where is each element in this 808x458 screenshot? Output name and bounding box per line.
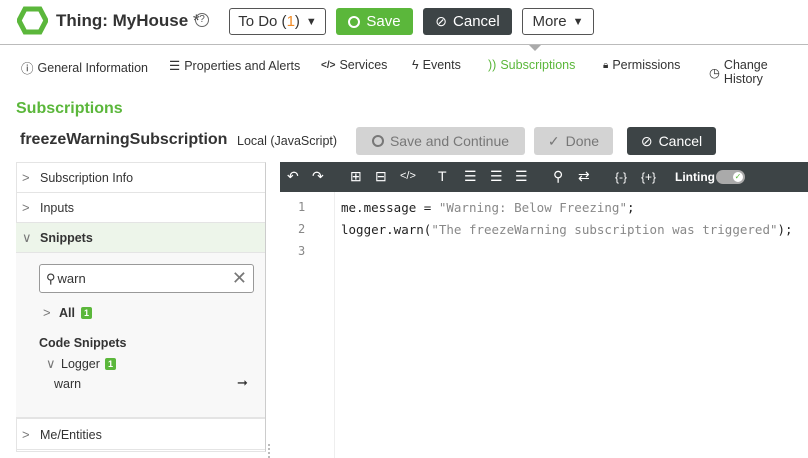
linting-toggle[interactable]: ✓ (716, 170, 745, 184)
line-number: 3 (298, 244, 306, 258)
code-line-1[interactable]: me.message = "Warning: Below Freezing"; (341, 200, 635, 215)
rss-icon: )) (488, 58, 497, 72)
lock-icon: 🔒︎ (603, 59, 609, 71)
check-icon: ✓ (547, 132, 560, 149)
info-icon: ⓘ (21, 62, 34, 76)
font-size-icon[interactable]: T (438, 168, 447, 184)
done-button[interactable]: ✓ Done (534, 127, 613, 155)
help-icon[interactable]: ? (195, 13, 209, 27)
expand-icon[interactable]: {+} (641, 170, 656, 184)
format-code-icon[interactable]: </> (400, 170, 416, 182)
tab-properties-and-alerts[interactable]: ☰ Properties and Alerts (169, 58, 300, 74)
tab-permissions[interactable]: 🔒︎ Permissions (603, 58, 680, 72)
header-divider (0, 44, 808, 45)
snippet-warn[interactable]: warn (54, 377, 81, 391)
code-line-2[interactable]: logger.warn("The freezeWarning subscript… (341, 222, 793, 237)
search-icon[interactable]: ⚲ (553, 168, 563, 185)
linting-label: Linting (675, 170, 715, 184)
more-button[interactable]: More ▼ (522, 8, 594, 35)
snippet-search-input[interactable]: ⚲ warn ✕ (39, 264, 254, 293)
insert-arrow-icon[interactable]: ➞ (237, 375, 248, 391)
bolt-icon: ϟ (412, 58, 419, 72)
outdent-icon[interactable]: ☰ (464, 168, 477, 185)
subscription-cancel-button[interactable]: ⊘ Cancel (627, 127, 716, 155)
ban-icon: ⊘ (640, 132, 653, 149)
code-snippets-heading: Code Snippets (39, 336, 127, 350)
resize-handle[interactable] (268, 444, 271, 458)
clear-icon[interactable]: ✕ (232, 268, 247, 289)
sidebar-item-snippets[interactable]: ∨ Snippets (16, 223, 265, 253)
replace-icon[interactable]: ⇄ (578, 168, 590, 185)
comment-remove-icon[interactable]: ⊟ (375, 168, 387, 185)
logger-group[interactable]: ∨ Logger 1 (46, 356, 116, 372)
section-title: Subscriptions (16, 100, 123, 117)
comment-add-icon[interactable]: ⊞ (350, 168, 362, 185)
gutter-divider (334, 192, 335, 458)
ban-icon: ⊘ (435, 13, 448, 29)
tab-events[interactable]: ϟ Events (412, 58, 461, 72)
redo-icon[interactable]: ↷ (312, 168, 324, 185)
todo-button[interactable]: To Do (1) ▼ (229, 8, 326, 35)
cancel-button[interactable]: ⊘ Cancel (423, 8, 512, 35)
page-title: Thing: MyHouse * (56, 11, 200, 30)
active-pointer (529, 45, 541, 51)
tab-services[interactable]: </> Services (321, 58, 387, 72)
tab-general-information[interactable]: ⓘ General Information (21, 58, 148, 77)
collapse-icon[interactable]: {-} (615, 170, 627, 184)
sidebar-item-subscription-info[interactable]: > Subscription Info (16, 163, 265, 193)
sidebar-item-inputs[interactable]: > Inputs (16, 193, 265, 223)
snippet-all-group[interactable]: > All 1 (43, 305, 92, 320)
sidebar-item-me-entities[interactable]: > Me/Entities (16, 420, 265, 450)
indent-icon[interactable]: ☰ (490, 168, 503, 185)
code-icon: </> (321, 59, 336, 71)
list-icon: ☰ (169, 59, 181, 73)
save-and-continue-button[interactable]: Save and Continue (356, 127, 525, 155)
line-number: 1 (298, 200, 306, 214)
save-button[interactable]: Save (336, 8, 413, 35)
search-icon: ⚲ (46, 270, 56, 286)
tab-subscriptions[interactable]: )) Subscriptions (488, 58, 575, 72)
justify-icon[interactable]: ☰ (515, 168, 528, 185)
clock-icon: ◷ (709, 65, 720, 80)
subscription-type: Local (JavaScript) (237, 134, 338, 148)
subscription-name: freezeWarningSubscription (20, 131, 228, 148)
undo-icon[interactable]: ↶ (287, 168, 299, 185)
circle-icon (348, 15, 361, 28)
line-number: 2 (298, 222, 306, 236)
tab-change-history[interactable]: ◷ Change History (709, 58, 808, 86)
logo-hexagon-icon (17, 6, 48, 35)
